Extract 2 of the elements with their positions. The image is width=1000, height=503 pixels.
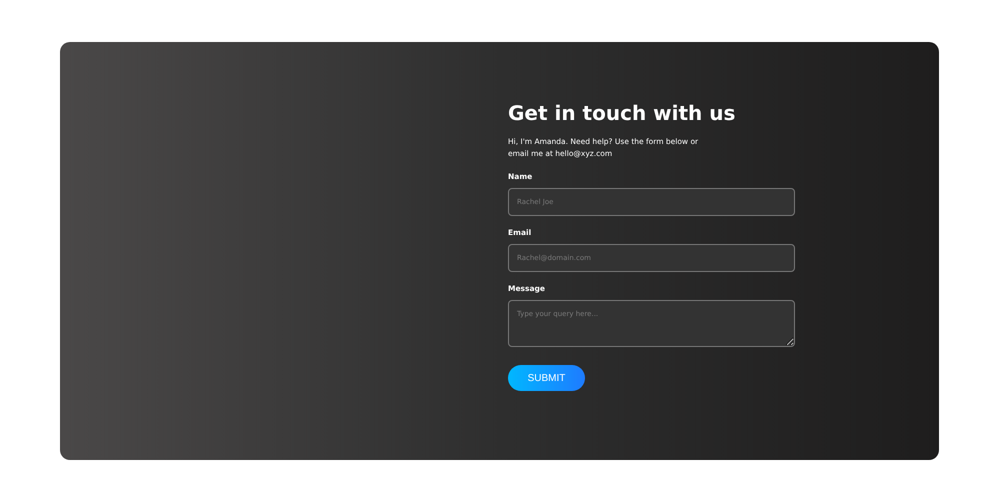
submit-button[interactable]: SUBMIT <box>508 365 585 391</box>
form-title: Get in touch with us <box>508 100 736 126</box>
